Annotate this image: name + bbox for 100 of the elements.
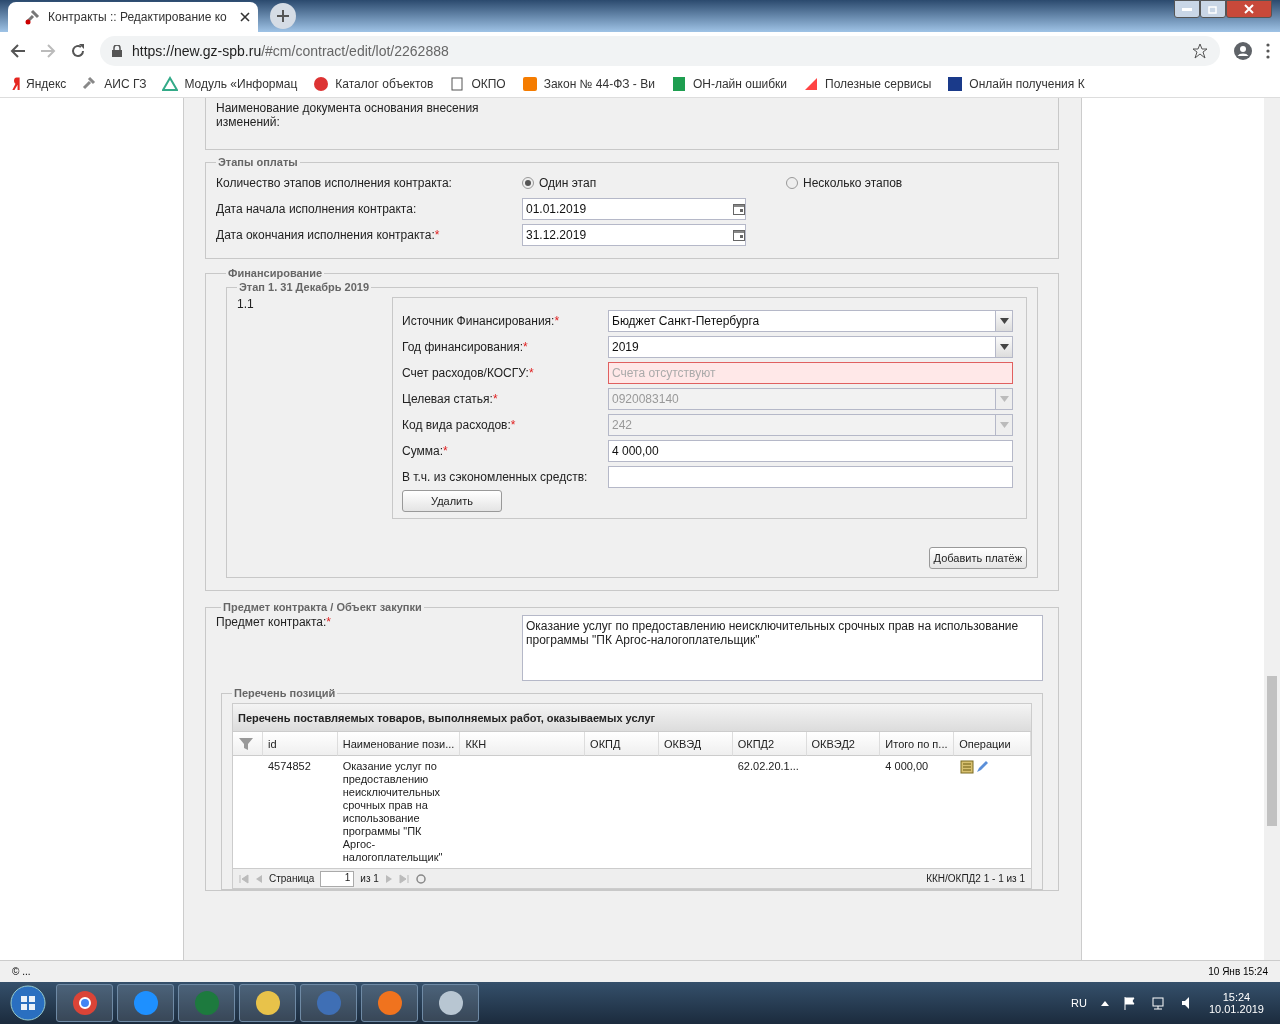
pager-label: из 1: [360, 873, 379, 884]
url-text: https://new.gz-spb.ru/#cm/contract/edit/lot/2262888: [132, 43, 449, 59]
required-mark: *: [434, 228, 440, 242]
caret-icon: [999, 318, 1009, 324]
restore-icon: [1208, 4, 1218, 14]
taskbar-app[interactable]: [361, 984, 418, 1022]
input-field[interactable]: [608, 466, 1013, 488]
bookmark-star-icon[interactable]: [1192, 43, 1208, 59]
column-header[interactable]: Наименование пози...: [337, 732, 461, 756]
reload-icon[interactable]: [70, 43, 86, 59]
required-mark: *: [528, 366, 534, 380]
bookmark-link[interactable]: Каталог объектов: [313, 75, 434, 92]
refresh-icon[interactable]: [414, 872, 427, 885]
select-field[interactable]: 2019: [608, 336, 1013, 358]
field-label: Наименование документа основания внесения изменений:: [216, 101, 480, 129]
required-mark: *: [510, 418, 516, 432]
radio-option[interactable]: Несколько этапов: [786, 176, 903, 190]
field-label: Дата начала исполнения контракта:: [216, 202, 417, 216]
grid-title: Перечень поставляемых товаров, выполняемых работ, оказываемых услуг: [233, 704, 1031, 732]
minimize-button[interactable]: [1174, 0, 1200, 18]
field-label: Источник Финансирования:*: [402, 314, 560, 328]
delete-button[interactable]: Удалить: [402, 490, 502, 512]
required-mark: *: [492, 392, 498, 406]
close-icon: [240, 12, 250, 22]
taskbar-app[interactable]: [422, 984, 479, 1022]
taskbar-app[interactable]: [239, 984, 296, 1022]
bookmark-link[interactable]: ОКПО: [449, 75, 506, 92]
field-label: Год финансирования:*: [402, 340, 528, 354]
plus-icon: [277, 10, 289, 22]
field-label: Предмет контракта:*: [216, 615, 332, 629]
column-header[interactable]: Операции: [954, 732, 1031, 756]
table-cell: 4 000,00: [885, 760, 929, 772]
doc-icon: [449, 75, 466, 92]
tray-arrow-icon[interactable]: [1100, 1000, 1109, 1006]
section-legend: Этапы оплаты: [216, 156, 300, 168]
caret-icon: [999, 422, 1009, 428]
back-icon[interactable]: [10, 43, 26, 59]
table-cell: Оказание услуг по предоставлению неисключительных срочных прав на использование программы "ПК Аргос-налогоплательщик": [342, 760, 443, 863]
pager-label: Страница: [269, 873, 315, 884]
bookmark-link[interactable]: АИС ГЗ: [82, 75, 147, 92]
bookmark-link[interactable]: Модуль «Информац: [162, 75, 298, 92]
column-header[interactable]: id: [262, 732, 338, 756]
calendar-icon: [733, 203, 745, 215]
lock-icon: [112, 45, 122, 57]
taskbar-app[interactable]: [117, 984, 174, 1022]
column-header[interactable]: ОКПД: [585, 732, 659, 756]
close-button[interactable]: [1226, 0, 1272, 18]
date-field[interactable]: 31.12.2019: [522, 224, 746, 246]
column-header[interactable]: ОКВЭД2: [806, 732, 881, 756]
close-icon: [1244, 4, 1254, 14]
badge-icon: [313, 75, 330, 92]
field-label: Дата окончания исполнения контракта:*: [216, 228, 440, 242]
date-field[interactable]: 01.01.2019: [522, 198, 746, 220]
caret-icon: [999, 344, 1009, 350]
clock[interactable]: 15:24 10.01.2019: [1208, 991, 1264, 1015]
text-area[interactable]: Оказание услуг по предоставлению неисключительных срочных прав на использование программы "ПК Аргос-налогоплательщик": [522, 615, 1043, 681]
bookmark-link[interactable]: ОН-лайн ошибки: [670, 75, 788, 92]
edit-pencil-icon[interactable]: [975, 760, 990, 774]
taskbar-app[interactable]: [178, 984, 235, 1022]
filter-clear-icon[interactable]: [238, 736, 254, 751]
column-header[interactable]: ОКВЭД: [658, 732, 733, 756]
address-bar[interactable]: https://new.gz-spb.ru/#cm/contract/edit/lot/2262888: [100, 36, 1220, 66]
add-payment-button[interactable]: Добавить платёж: [928, 547, 1027, 569]
ya-logo-icon: [12, 77, 20, 90]
calendar-icon: [733, 229, 745, 241]
network-icon[interactable]: [1150, 996, 1167, 1010]
section-legend: Предмет контракта / Объект закупки: [221, 601, 424, 613]
section-legend: Финансирование: [226, 267, 325, 279]
field-label: В т.ч. из сэкономленных средств:: [402, 470, 588, 484]
taskbar-app[interactable]: [300, 984, 357, 1022]
menu-icon[interactable]: [1266, 43, 1270, 59]
browser-tab[interactable]: Контракты :: Редактирование ко: [8, 2, 258, 32]
status-time: 10 Янв 15:24: [1208, 966, 1268, 977]
field-label: Счет расходов/КОСГУ:*: [402, 366, 534, 380]
column-header[interactable]: ОКПД2: [732, 732, 807, 756]
radio-option[interactable]: Один этап: [522, 176, 786, 190]
triangle-icon: [162, 75, 179, 92]
field-label: Сумма:*: [402, 444, 448, 458]
page-field[interactable]: 1: [320, 870, 355, 887]
bookmark-link[interactable]: Яндекс: [12, 76, 67, 91]
restore-button[interactable]: [1200, 0, 1226, 18]
section-legend: Этап 1. 31 Декабрь 2019: [237, 281, 372, 293]
status-text: © ...: [12, 966, 31, 977]
bookmark-link[interactable]: Полезные сервисы: [803, 75, 932, 92]
account-icon[interactable]: [1234, 42, 1252, 60]
column-header[interactable]: Итого по п...: [880, 732, 955, 756]
section-legend: Перечень позиций: [232, 687, 338, 699]
required-mark: *: [326, 615, 332, 629]
required-mark: *: [443, 444, 448, 458]
input-field[interactable]: 4 000,00: [608, 440, 1013, 462]
bookmark-link[interactable]: Онлайн получения К: [947, 75, 1085, 92]
column-header[interactable]: ККН: [460, 732, 586, 756]
language-indicator[interactable]: RU: [1071, 997, 1087, 1009]
select-field[interactable]: Бюджет Санкт-Петербурга: [608, 310, 1013, 332]
tab-title: Контракты :: Редактирование ко: [48, 10, 228, 24]
field-label: Целевая статья:*: [402, 392, 498, 406]
taskbar-app[interactable]: [56, 984, 113, 1022]
new-tab-button[interactable]: [270, 3, 296, 29]
bookmark-link[interactable]: Закон № 44-ФЗ - Ви: [521, 75, 655, 92]
scroll-document-icon[interactable]: [959, 760, 976, 774]
